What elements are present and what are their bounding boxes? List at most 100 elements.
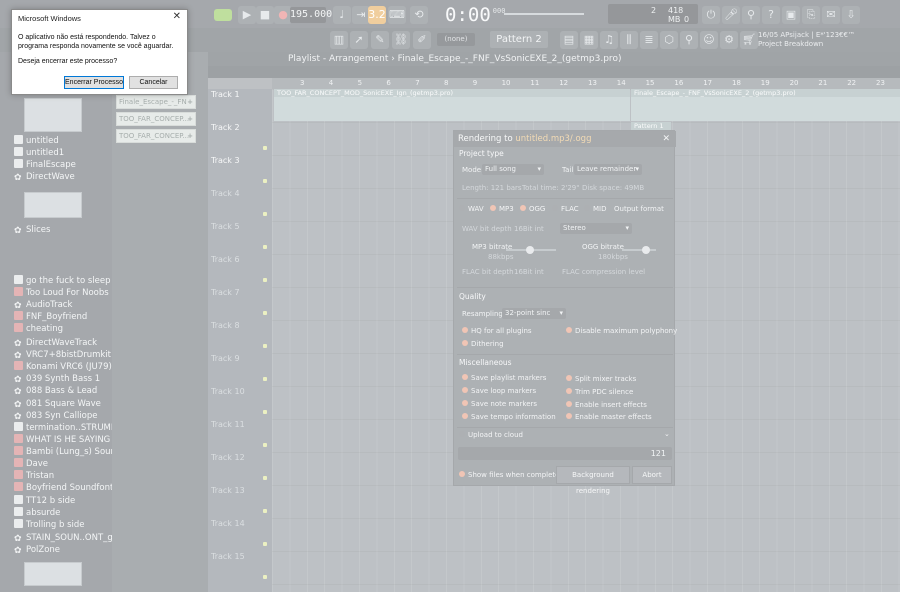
add-icon[interactable]: +: [187, 130, 193, 142]
track-label[interactable]: Track 8: [211, 321, 240, 330]
trim-pdc-checkbox[interactable]: Trim PDC silence: [566, 388, 633, 396]
show-when-complete-checkbox[interactable]: Show files when complete: [459, 471, 559, 479]
browser-item[interactable]: Boyfriend Soundfont: [14, 482, 113, 494]
browser-item[interactable]: ✿ PolZone: [14, 544, 60, 556]
cancel-button[interactable]: Cancelar: [129, 76, 178, 89]
background-rendering-button[interactable]: Background rendering: [556, 466, 630, 495]
slider-handle[interactable]: [642, 246, 650, 254]
edit-icon[interactable]: ✐: [413, 31, 431, 49]
playlist-icon[interactable]: ▤: [560, 31, 578, 49]
format-mid[interactable]: MID: [584, 205, 607, 213]
picker-chip[interactable]: TOO_FAR_CONCEP... +: [116, 112, 196, 126]
hq-plugins-checkbox[interactable]: HQ for all plugins: [462, 327, 532, 335]
browser-item[interactable]: untitled: [14, 135, 59, 147]
save-playlist-markers-checkbox[interactable]: Save playlist markers: [462, 374, 546, 382]
track-marker-icon[interactable]: [263, 575, 267, 579]
track-label[interactable]: Track 15: [211, 552, 245, 561]
pattern-selector[interactable]: Pattern 2: [490, 31, 548, 48]
browser-item[interactable]: untitled1: [14, 147, 64, 159]
help-icon[interactable]: ?: [762, 6, 780, 24]
browser-item[interactable]: ✿ 081 Square Wave: [14, 398, 101, 410]
browser-item[interactable]: ✿ 083 Syn Calliope: [14, 410, 98, 422]
track-marker-icon[interactable]: [263, 344, 267, 348]
browser-item[interactable]: ✿ DirectWave: [14, 171, 75, 183]
track-marker-icon[interactable]: [263, 542, 267, 546]
track-label[interactable]: Track 5: [211, 222, 240, 231]
browser-item[interactable]: go the fuck to sleep: [14, 275, 111, 287]
browser-item[interactable]: WHAT IS HE SAYING: [14, 434, 110, 446]
song-position-slider[interactable]: [504, 13, 584, 15]
track-label[interactable]: Track 7: [211, 288, 240, 297]
cart-icon[interactable]: 🛒︎: [740, 31, 758, 49]
browser-item[interactable]: Konami VRC6 (JU79): [14, 361, 112, 373]
enable-insert-effects-checkbox[interactable]: Enable insert effects: [566, 401, 647, 409]
browser-item[interactable]: cheating: [14, 323, 63, 335]
mic-mute-icon[interactable]: ⚲: [742, 6, 760, 24]
format-mp3[interactable]: MP3: [490, 205, 514, 213]
news-panel[interactable]: 16/05 APsijack | E*'123€€™ Project Break…: [758, 31, 855, 49]
add-icon[interactable]: +: [187, 113, 193, 125]
track-label[interactable]: Track 2: [211, 123, 240, 132]
track-label[interactable]: Track 14: [211, 519, 245, 528]
export-icon[interactable]: ⎘: [802, 6, 820, 24]
tempo-display[interactable]: 195.000: [290, 7, 332, 23]
track-marker-icon[interactable]: [263, 179, 267, 183]
end-process-button[interactable]: Encerrar Processo: [64, 76, 124, 89]
track-label[interactable]: Track 10: [211, 387, 245, 396]
picker-chip[interactable]: Finale_Escape_-_FN +: [116, 95, 196, 109]
ogg-bitrate-slider[interactable]: [622, 246, 656, 254]
playlist-title[interactable]: Playlist - Arrangement › Finale_Escape_-…: [208, 52, 900, 66]
render-icon[interactable]: ⚙: [720, 31, 738, 49]
resampling-dropdown[interactable]: 32-point sinc: [502, 308, 566, 319]
timeline-ruler[interactable]: 3 4 5 6 7 8 9 10 11 12 13 14 15 16 17 18 19 20 21 22 23: [272, 78, 900, 89]
channel-rack-icon[interactable]: ▦: [580, 31, 598, 49]
person-icon[interactable]: ☺: [700, 31, 718, 49]
close-icon[interactable]: ✕: [173, 11, 181, 22]
step-mode-icon[interactable]: 3.2: [368, 6, 386, 24]
browser-item[interactable]: FNF_Boyfriend: [14, 311, 87, 323]
track-marker-icon[interactable]: [263, 509, 267, 513]
typing-keyboard-icon[interactable]: ⌨: [388, 6, 406, 24]
track-marker-icon[interactable]: [263, 212, 267, 216]
browser-item[interactable]: Trolling b side: [14, 519, 85, 531]
track-label[interactable]: Track 4: [211, 189, 240, 198]
waveform-mini-icon[interactable]: [214, 9, 232, 21]
disable-polyphony-checkbox[interactable]: Disable maximum polyphony: [566, 327, 677, 335]
save-note-markers-checkbox[interactable]: Save note markers: [462, 400, 537, 408]
save-icon[interactable]: ▣: [782, 6, 800, 24]
chat-icon[interactable]: ✉: [822, 6, 840, 24]
loop-record-icon[interactable]: ⟲: [410, 6, 428, 24]
play-icon[interactable]: ▶: [238, 6, 256, 24]
metronome-icon[interactable]: ♩: [333, 6, 351, 24]
enable-master-effects-checkbox[interactable]: Enable master effects: [566, 413, 652, 421]
track-label[interactable]: Track 3: [211, 156, 240, 165]
browser-item[interactable]: ✿ 039 Synth Bass 1: [14, 373, 100, 385]
save-tempo-info-checkbox[interactable]: Save tempo information: [462, 413, 556, 421]
format-wav[interactable]: WAV: [459, 205, 484, 213]
piano-roll-icon[interactable]: ♫: [600, 31, 618, 49]
brush-icon[interactable]: ✎: [371, 31, 389, 49]
browser-item[interactable]: Tristan: [14, 470, 54, 482]
arrow-icon[interactable]: ➚: [350, 31, 368, 49]
mode-dropdown[interactable]: Full song: [482, 164, 544, 175]
tail-dropdown[interactable]: Leave remainder: [574, 164, 642, 175]
browser-item[interactable]: ✿ DirectWaveTrack: [14, 337, 97, 349]
pin-icon[interactable]: ⚲: [680, 31, 698, 49]
track-marker-icon[interactable]: [263, 146, 267, 150]
channels-dropdown[interactable]: Stereo: [560, 223, 632, 234]
track-label[interactable]: Track 11: [211, 420, 245, 429]
stop-icon[interactable]: ■: [256, 6, 274, 24]
track-marker-icon[interactable]: [263, 476, 267, 480]
close-icon[interactable]: ✕: [662, 131, 670, 147]
browser-icon[interactable]: ≣: [640, 31, 658, 49]
mic-icon[interactable]: 🎤︎: [722, 6, 740, 24]
download-icon[interactable]: ⇩: [842, 6, 860, 24]
pattern-clip[interactable]: Pattern 1: [631, 122, 671, 130]
track-marker-icon[interactable]: [263, 410, 267, 414]
browser-item[interactable]: ✿ 088 Bass & Lead: [14, 385, 97, 397]
track-marker-icon[interactable]: [263, 278, 267, 282]
browser-item[interactable]: absurde: [14, 507, 60, 519]
snap-dropdown[interactable]: (none): [437, 33, 475, 46]
plugin-icon[interactable]: ⬡: [660, 31, 678, 49]
browser-item[interactable]: Dave: [14, 458, 48, 470]
